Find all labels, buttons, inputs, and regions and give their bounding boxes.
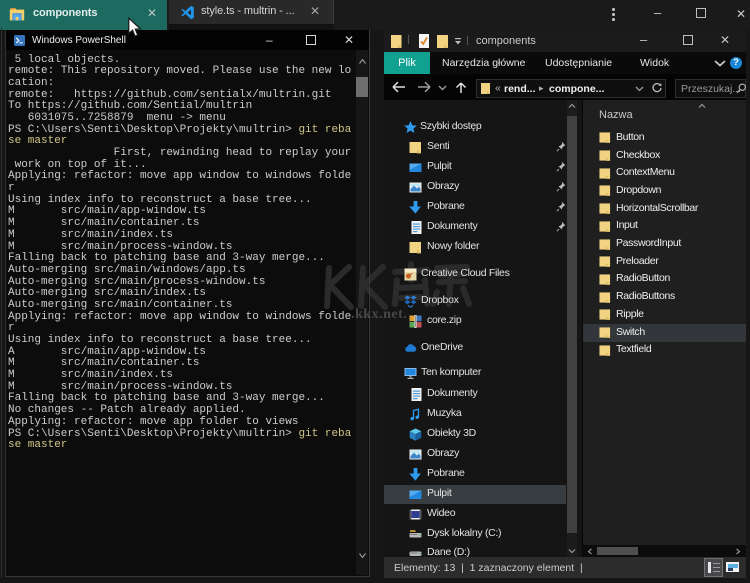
svg-text:.kkx.net.: .kkx.net. [351, 307, 407, 322]
